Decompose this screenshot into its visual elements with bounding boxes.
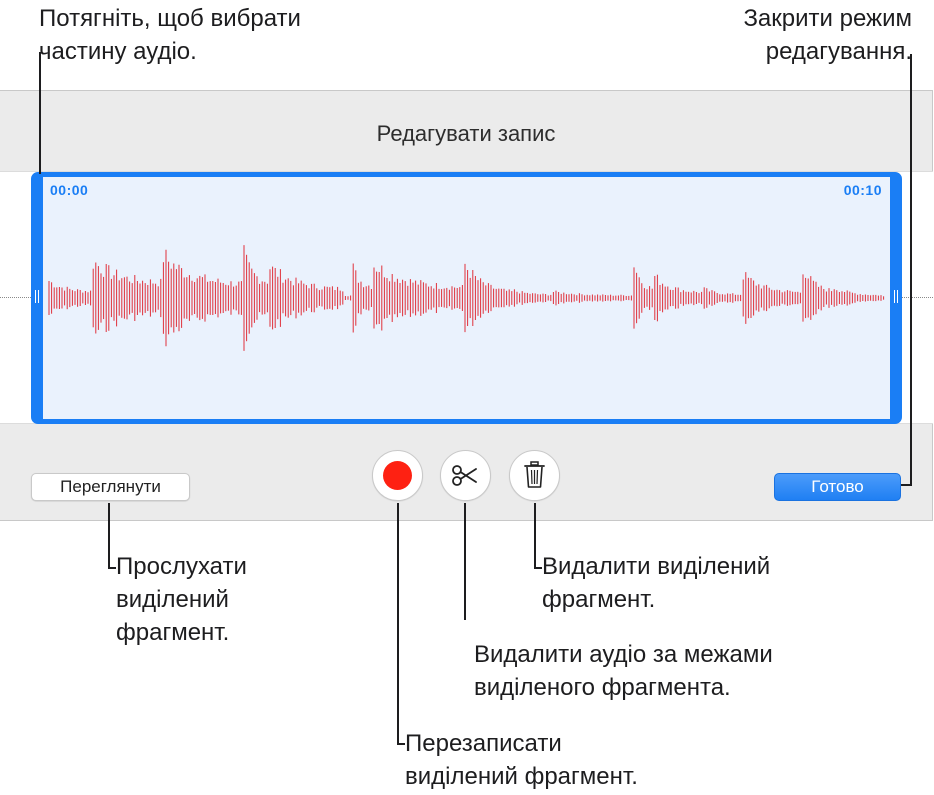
leader-trim-outside [464,503,466,620]
leader-play-selection [108,503,110,569]
callout-play-selection: Прослухати виділений фрагмент. [116,553,247,646]
delete-button[interactable] [509,450,560,501]
callout-rerecord: Перезаписати виділений фрагмент. [405,730,638,790]
callout-delete-selection: Видалити виділений фрагмент. [542,553,771,613]
left-trim-handle[interactable] [35,290,39,303]
leader-drag-select [39,52,41,174]
record-icon [383,461,412,490]
record-button[interactable] [372,450,423,501]
right-trim-handle[interactable] [894,290,898,303]
leader-close-edit [910,54,912,485]
selection-region[interactable]: 00:00 00:10 [31,172,902,424]
callout-trim-outside: Видалити аудіо за межами виділеного фраг… [474,641,773,701]
edit-recording-panel: Редагувати запис 00:00 00:10 Переглянути [0,90,933,521]
leader-play-selection-tick [108,567,116,569]
leader-delete-selection [534,503,536,569]
callout-drag-select: Потягніть, щоб вибрати частину аудіо. [39,5,301,65]
leader-close-edit-tick [901,484,912,486]
callout-close-edit: Закрити режим редагування. [743,5,912,65]
done-button[interactable]: Готово [774,473,901,501]
trash-icon [524,461,545,488]
leader-rerecord-tick [397,743,405,745]
leader-delete-selection-tick [534,567,542,569]
trim-button[interactable] [440,450,491,501]
waveform-area[interactable]: 00:00 00:10 [0,171,933,424]
audio-waveform [48,245,885,351]
leader-rerecord [397,503,399,745]
panel-title: Редагувати запис [376,121,556,146]
scissors-icon [452,465,477,486]
review-button[interactable]: Переглянути [31,473,190,501]
